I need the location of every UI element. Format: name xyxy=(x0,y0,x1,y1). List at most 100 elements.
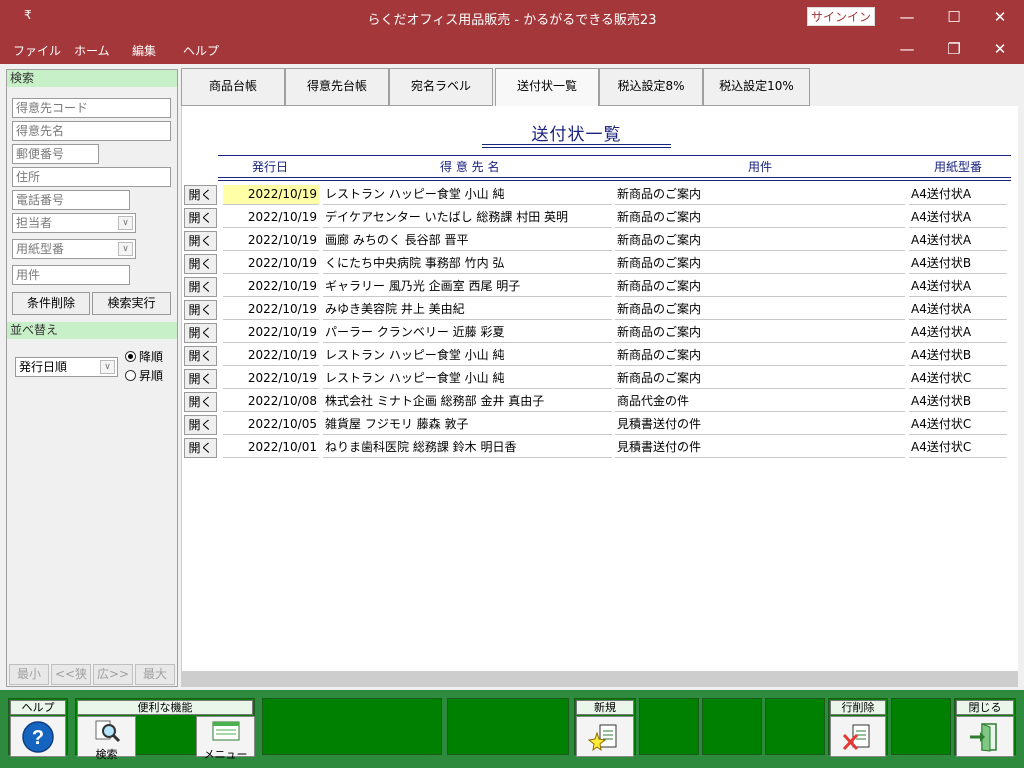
paper-cell[interactable]: A4送付状A xyxy=(909,185,1007,205)
date-cell[interactable]: 2022/10/19 xyxy=(223,208,319,228)
paper-cell[interactable]: A4送付状C xyxy=(909,438,1007,458)
tab-address-labels[interactable]: 宛名ラベル xyxy=(389,68,493,106)
paper-cell[interactable]: A4送付状A xyxy=(909,231,1007,251)
sort-desc-radio[interactable]: 降順 xyxy=(125,348,163,365)
doc-minimize-icon[interactable]: — xyxy=(894,37,920,61)
tab-customers[interactable]: 得意先台帳 xyxy=(285,68,389,106)
sort-asc-radio[interactable]: 昇順 xyxy=(125,367,163,384)
doc-restore-icon[interactable]: ❐ xyxy=(941,37,967,61)
subject-cell[interactable]: 新商品のご案内 xyxy=(615,323,905,343)
staff-select[interactable]: 担当者 ∨ xyxy=(12,213,136,233)
open-button[interactable]: 開く xyxy=(184,300,217,320)
date-cell[interactable]: 2022/10/19 xyxy=(223,346,319,366)
open-button[interactable]: 開く xyxy=(184,415,217,435)
subject-cell[interactable]: 見積書送付の件 xyxy=(615,415,905,435)
open-button[interactable]: 開く xyxy=(184,208,217,228)
open-button[interactable]: 開く xyxy=(184,392,217,412)
tab-cover-letters[interactable]: 送付状一覧 xyxy=(495,68,599,108)
chevron-down-icon[interactable]: ∨ xyxy=(100,360,115,374)
open-button[interactable]: 開く xyxy=(184,277,217,297)
minimize-icon[interactable]: — xyxy=(894,5,920,29)
subject-cell[interactable]: 見積書送付の件 xyxy=(615,438,905,458)
zoom-min-button[interactable]: 最小 xyxy=(9,664,49,685)
sort-field-select[interactable]: 発行日順 ∨ xyxy=(15,357,118,377)
subject-cell[interactable]: 新商品のご案内 xyxy=(615,185,905,205)
new-button[interactable] xyxy=(576,716,634,757)
postal-code-field[interactable]: 郵便番号 xyxy=(12,144,99,164)
customer-cell[interactable]: レストラン ハッピー食堂 小山 純 xyxy=(323,185,612,205)
date-cell[interactable]: 2022/10/19 xyxy=(223,300,319,320)
subject-cell[interactable]: 新商品のご案内 xyxy=(615,277,905,297)
zoom-max-button[interactable]: 最大 xyxy=(135,664,175,685)
subject-cell[interactable]: 新商品のご案内 xyxy=(615,208,905,228)
open-button[interactable]: 開く xyxy=(184,346,217,366)
run-search-button[interactable]: 検索実行 xyxy=(92,292,171,315)
paper-cell[interactable]: A4送付状A xyxy=(909,208,1007,228)
subject-cell[interactable]: 新商品のご案内 xyxy=(615,231,905,251)
customer-cell[interactable]: レストラン ハッピー食堂 小山 純 xyxy=(323,346,612,366)
paper-cell[interactable]: A4送付状B xyxy=(909,346,1007,366)
customer-cell[interactable]: パーラー クランベリー 近藤 彩夏 xyxy=(323,323,612,343)
paper-cell[interactable]: A4送付状B xyxy=(909,254,1007,274)
date-cell[interactable]: 2022/10/19 xyxy=(223,231,319,251)
phone-field[interactable]: 電話番号 xyxy=(12,190,130,210)
tab-products[interactable]: 商品台帳 xyxy=(181,68,285,106)
paper-cell[interactable]: A4送付状A xyxy=(909,277,1007,297)
search-button[interactable]: 検索 xyxy=(77,716,136,761)
menu-file[interactable]: ファイル xyxy=(13,42,61,59)
date-cell[interactable]: 2022/10/19 xyxy=(223,185,319,205)
open-button[interactable]: 開く xyxy=(184,438,217,458)
address-field[interactable]: 住所 xyxy=(12,167,171,187)
open-button[interactable]: 開く xyxy=(184,185,217,205)
date-cell[interactable]: 2022/10/19 xyxy=(223,323,319,343)
customer-cell[interactable]: デイケアセンター いたばし 総務課 村田 英明 xyxy=(323,208,612,228)
date-cell[interactable]: 2022/10/05 xyxy=(223,415,319,435)
open-button[interactable]: 開く xyxy=(184,254,217,274)
date-cell[interactable]: 2022/10/19 xyxy=(223,254,319,274)
subject-cell[interactable]: 新商品のご案内 xyxy=(615,346,905,366)
customer-cell[interactable]: 雑貨屋 フジモリ 藤森 敦子 xyxy=(323,415,612,435)
paper-cell[interactable]: A4送付状C xyxy=(909,369,1007,389)
close-icon[interactable]: ✕ xyxy=(987,5,1013,29)
close-button[interactable] xyxy=(956,716,1014,757)
paper-cell[interactable]: A4送付状C xyxy=(909,415,1007,435)
paper-type-select[interactable]: 用紙型番 ∨ xyxy=(12,239,136,259)
customer-cell[interactable]: ねりま歯科医院 総務課 鈴木 明日香 xyxy=(323,438,612,458)
customer-cell[interactable]: 株式会社 ミナト企画 総務部 金井 真由子 xyxy=(323,392,612,412)
open-button[interactable]: 開く xyxy=(184,323,217,343)
clear-conditions-button[interactable]: 条件削除 xyxy=(12,292,90,315)
paper-cell[interactable]: A4送付状A xyxy=(909,300,1007,320)
customer-cell[interactable]: 画廊 みちのく 長谷部 晋平 xyxy=(323,231,612,251)
menu-help[interactable]: ヘルプ xyxy=(183,42,219,59)
tab-tax-8[interactable]: 税込設定8% xyxy=(599,68,703,106)
horizontal-scrollbar[interactable] xyxy=(181,671,1018,687)
doc-close-icon[interactable]: ✕ xyxy=(987,37,1013,61)
customer-cell[interactable]: レストラン ハッピー食堂 小山 純 xyxy=(323,369,612,389)
tab-tax-10[interactable]: 税込設定10% xyxy=(703,68,810,106)
open-button[interactable]: 開く xyxy=(184,231,217,251)
subject-cell[interactable]: 新商品のご案内 xyxy=(615,300,905,320)
zoom-wide-button[interactable]: 広>> xyxy=(93,664,133,685)
chevron-down-icon[interactable]: ∨ xyxy=(118,242,133,256)
customer-name-field[interactable]: 得意先名 xyxy=(12,121,171,141)
menu-button[interactable]: メニュー xyxy=(196,716,255,761)
date-cell[interactable]: 2022/10/19 xyxy=(223,277,319,297)
open-button[interactable]: 開く xyxy=(184,369,217,389)
customer-cell[interactable]: みゆき美容院 井上 美由紀 xyxy=(323,300,612,320)
maximize-icon[interactable]: ☐ xyxy=(941,5,967,29)
customer-code-field[interactable]: 得意先コード xyxy=(12,98,171,118)
paper-cell[interactable]: A4送付状B xyxy=(909,392,1007,412)
subject-cell[interactable]: 新商品のご案内 xyxy=(615,369,905,389)
customer-cell[interactable]: くにたち中央病院 事務部 竹内 弘 xyxy=(323,254,612,274)
signin-button[interactable]: サインイン xyxy=(807,7,875,26)
zoom-narrow-button[interactable]: <<狭 xyxy=(51,664,91,685)
subject-cell[interactable]: 新商品のご案内 xyxy=(615,254,905,274)
help-button[interactable]: ? xyxy=(10,716,66,757)
chevron-down-icon[interactable]: ∨ xyxy=(118,216,133,230)
date-cell[interactable]: 2022/10/08 xyxy=(223,392,319,412)
menu-edit[interactable]: 編集 xyxy=(132,42,156,59)
subject-field[interactable]: 用件 xyxy=(12,265,130,285)
menu-home[interactable]: ホーム xyxy=(74,42,110,59)
paper-cell[interactable]: A4送付状A xyxy=(909,323,1007,343)
delete-row-button[interactable] xyxy=(830,716,886,757)
